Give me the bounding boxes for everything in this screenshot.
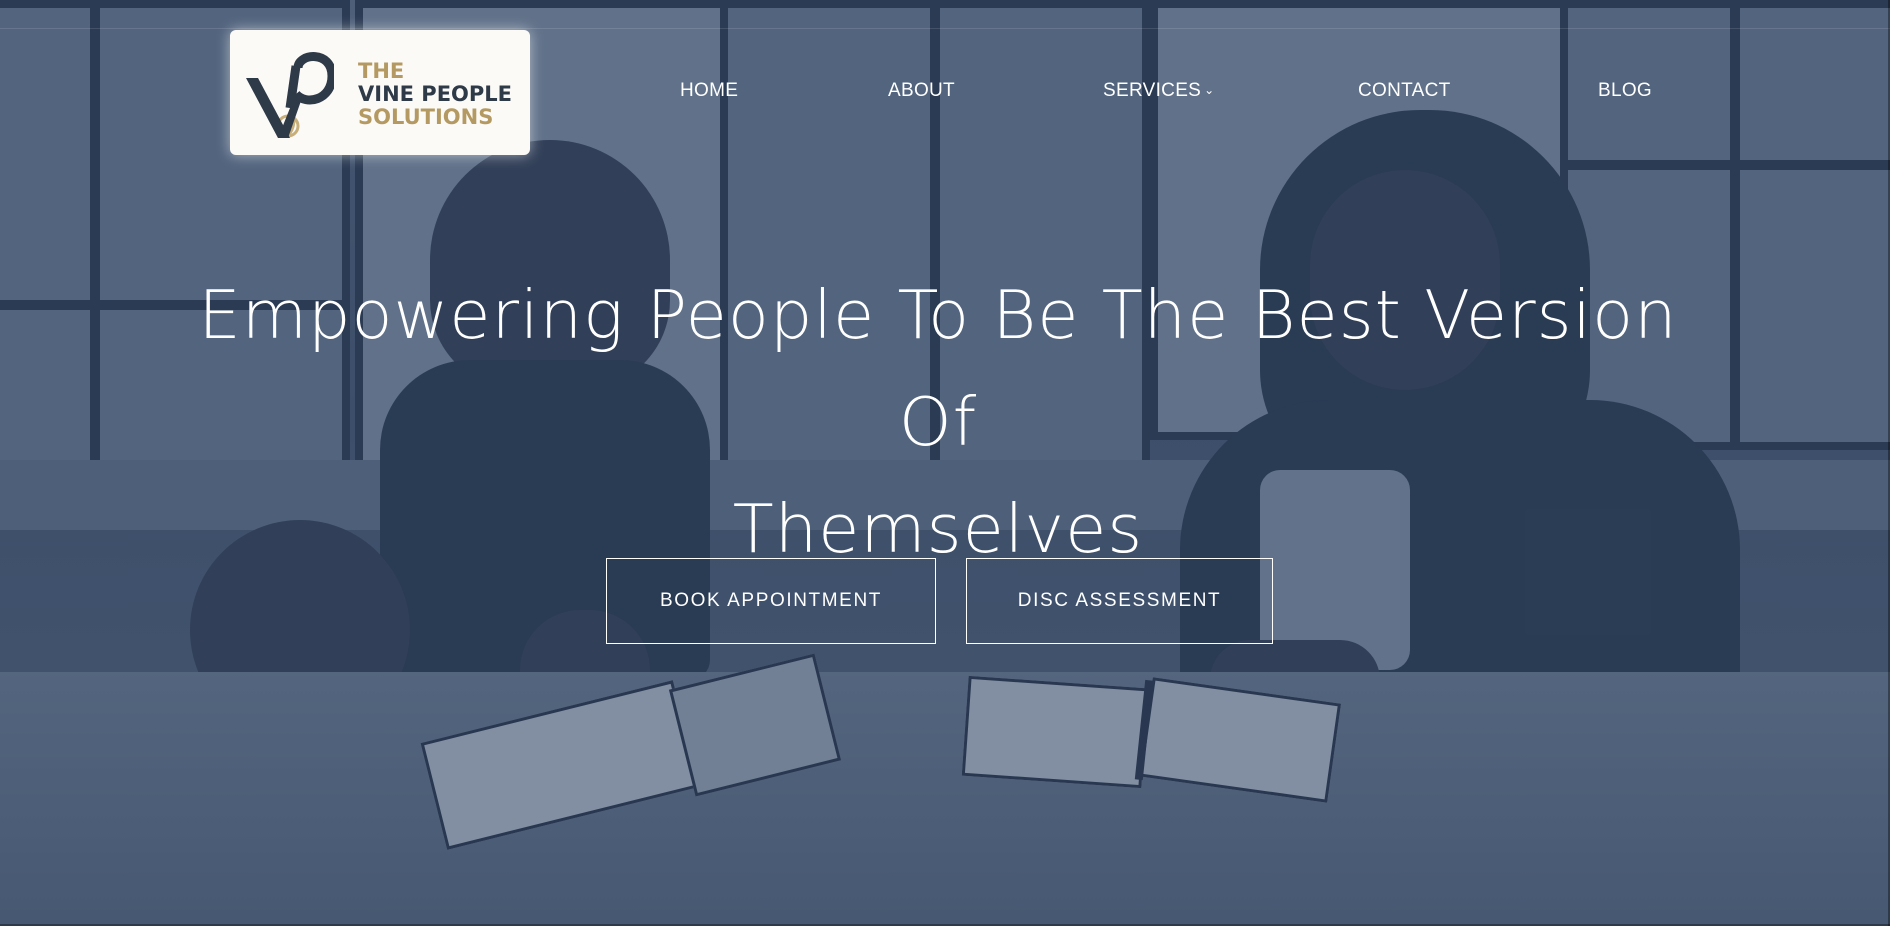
main-navigation: HOME ABOUT SERVICES ⌄ CONTACT BLOG [0,80,1890,108]
nav-blog-label: BLOG [1598,80,1652,101]
logo-line-solutions: SOLUTIONS [358,105,494,129]
hero-headline: Empowering People To Be The Best Version… [150,262,1726,583]
nav-contact-label: CONTACT [1358,80,1451,101]
nav-home-label: HOME [680,80,739,101]
header-divider [0,28,1890,29]
nav-about[interactable]: ABOUT [888,80,955,102]
nav-services-label: SERVICES [1103,80,1202,101]
nav-blog[interactable]: BLOG [1598,80,1652,102]
hero-headline-line-1: Empowering People To Be The Best Version… [198,276,1678,461]
hero-section: THE VINE PEOPLE SOLUTIONS HOME ABOUT SER… [0,0,1890,926]
book-appointment-button[interactable]: BOOK APPOINTMENT [606,558,936,644]
disc-assessment-button[interactable]: DISC ASSESSMENT [966,558,1273,644]
nav-home[interactable]: HOME [680,80,738,102]
nav-services[interactable]: SERVICES ⌄ [1103,80,1215,102]
chevron-down-icon: ⌄ [1204,83,1215,97]
nav-contact[interactable]: CONTACT [1358,80,1451,102]
nav-about-label: ABOUT [888,80,955,101]
hero-headline-line-2: Themselves [732,490,1144,568]
